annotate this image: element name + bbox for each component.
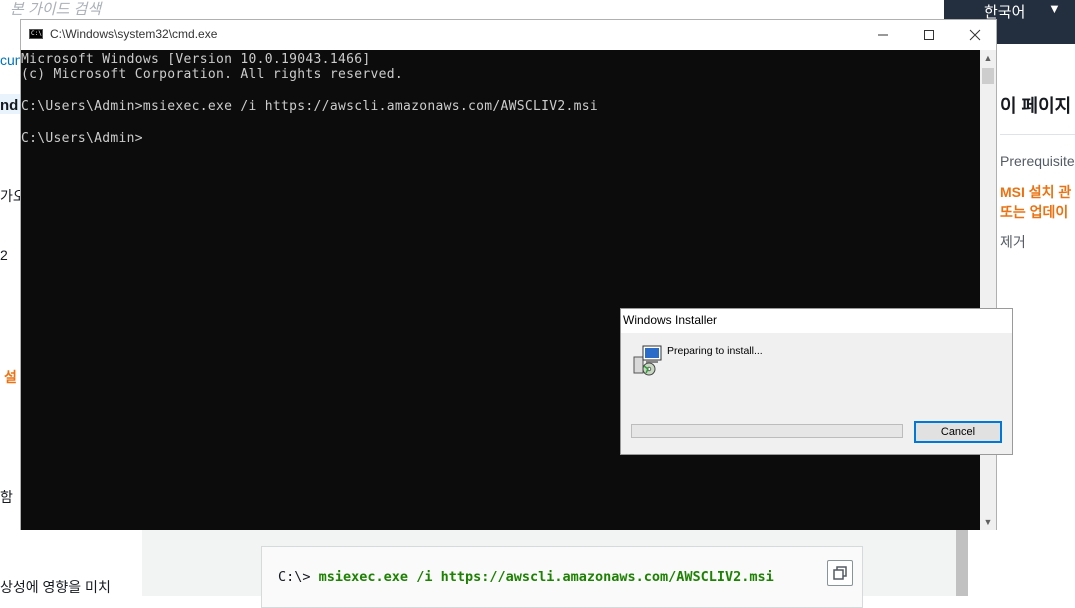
maximize-icon bbox=[924, 30, 934, 40]
scroll-thumb[interactable] bbox=[982, 68, 994, 84]
minimize-icon bbox=[878, 34, 888, 36]
scroll-up-icon[interactable]: ▲ bbox=[980, 50, 996, 66]
cmd-titlebar[interactable]: C:\ C:\Windows\system32\cmd.exe bbox=[21, 20, 996, 50]
toc-divider bbox=[1000, 134, 1075, 135]
cmd-console[interactable]: Microsoft Windows [Version 10.0.19043.14… bbox=[21, 50, 980, 530]
code-sample: C:\> msiexec.exe /i https://awscli.amazo… bbox=[261, 546, 863, 608]
console-line: C:\Users\Admin> bbox=[21, 131, 143, 146]
minimize-button[interactable] bbox=[860, 20, 906, 50]
cmd-icon: C:\ bbox=[29, 29, 43, 39]
installer-title: Windows Installer bbox=[623, 313, 718, 327]
cmd-window-title: C:\Windows\system32\cmd.exe bbox=[50, 27, 218, 41]
close-button[interactable] bbox=[952, 20, 998, 50]
installer-dialog[interactable]: Windows Installer Preparing to install..… bbox=[620, 308, 1013, 455]
maximize-button[interactable] bbox=[906, 20, 952, 50]
page-scrollbar-thumb[interactable] bbox=[956, 520, 968, 596]
installer-body: Preparing to install... Cancel bbox=[621, 333, 1012, 454]
cancel-button[interactable]: Cancel bbox=[914, 421, 1002, 443]
console-line: C:\Users\Admin>msiexec.exe /i https://aw… bbox=[21, 99, 598, 114]
chevron-down-icon: ▼ bbox=[1048, 1, 1061, 16]
cmd-scrollbar[interactable]: ▲ ▼ bbox=[980, 50, 996, 530]
left-nav-fragment[interactable]: 함 bbox=[0, 487, 13, 507]
toc-item[interactable]: Prerequisite bbox=[1000, 153, 1075, 169]
installer-icon bbox=[631, 343, 665, 377]
copy-button[interactable] bbox=[827, 560, 853, 586]
copy-icon bbox=[833, 566, 847, 580]
toc-title: 이 페이지 bbox=[1000, 96, 1072, 116]
install-progress-bar bbox=[631, 424, 903, 438]
toc-item-active[interactable]: 또는 업데이 bbox=[1000, 202, 1068, 222]
console-line: (c) Microsoft Corporation. All rights re… bbox=[21, 67, 403, 82]
left-nav-fragment[interactable]: nd bbox=[0, 97, 18, 114]
left-nav-fragment[interactable]: 2 bbox=[0, 247, 8, 263]
code-command: msiexec.exe /i https://awscli.amazonaws.… bbox=[318, 569, 774, 585]
page-header: 본 가이드 검색 bbox=[0, 0, 1075, 20]
toc-item-active[interactable]: MSI 설치 관 bbox=[1000, 182, 1071, 202]
installer-titlebar[interactable]: Windows Installer bbox=[621, 309, 1012, 333]
search-input-placeholder[interactable]: 본 가이드 검색 bbox=[10, 0, 101, 19]
console-line: Microsoft Windows [Version 10.0.19043.14… bbox=[21, 52, 371, 67]
close-icon bbox=[969, 29, 981, 41]
code-prompt: C:\> bbox=[278, 569, 311, 585]
code-line: C:\> msiexec.exe /i https://awscli.amazo… bbox=[278, 569, 774, 585]
installer-message: Preparing to install... bbox=[667, 345, 763, 357]
scroll-down-icon[interactable]: ▼ bbox=[980, 514, 996, 530]
left-nav-fragment[interactable]: 설 bbox=[4, 367, 17, 387]
toc-item[interactable]: 제거 bbox=[1000, 232, 1026, 252]
left-nav-fragment[interactable]: 상성에 영향을 미치 bbox=[0, 577, 111, 597]
